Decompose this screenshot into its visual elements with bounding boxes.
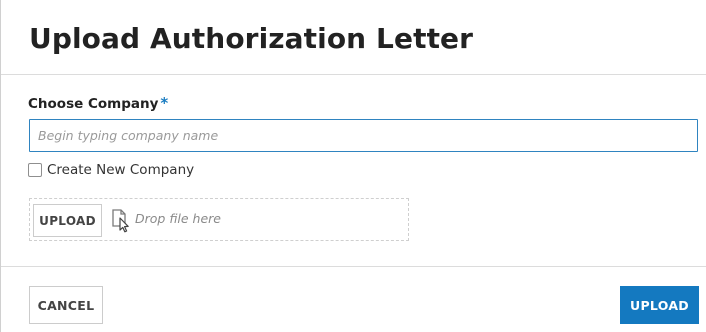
- upload-submit-button[interactable]: UPLOAD: [620, 286, 699, 324]
- dialog-footer: CANCEL UPLOAD: [1, 266, 706, 332]
- dialog-header: Upload Authorization Letter: [1, 0, 706, 75]
- drop-file-hint: Drop file here: [135, 211, 221, 226]
- choose-company-label-text: Choose Company: [28, 96, 159, 112]
- company-search-input[interactable]: [29, 119, 698, 152]
- create-new-company-checkbox[interactable]: [28, 163, 42, 177]
- cancel-button[interactable]: CANCEL: [29, 286, 103, 324]
- create-new-company-label[interactable]: Create New Company: [47, 162, 194, 178]
- required-marker: *: [160, 94, 169, 112]
- file-pointer-icon: [111, 209, 131, 233]
- upload-file-button[interactable]: UPLOAD: [33, 204, 102, 237]
- choose-company-label: Choose Company *: [28, 94, 168, 112]
- create-new-company-option[interactable]: Create New Company: [28, 162, 194, 178]
- file-dropzone[interactable]: UPLOAD Drop file here: [29, 198, 409, 241]
- upload-authorization-dialog: Upload Authorization Letter Choose Compa…: [0, 0, 706, 332]
- dialog-title: Upload Authorization Letter: [29, 22, 474, 55]
